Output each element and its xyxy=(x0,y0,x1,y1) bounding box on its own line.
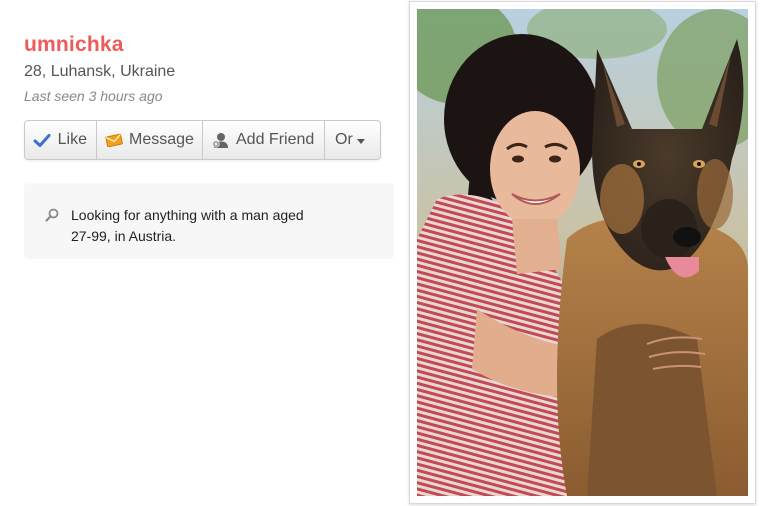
profile-username: umnichka xyxy=(24,33,124,56)
looking-for-box: Looking for anything with a man aged 27-… xyxy=(24,183,394,259)
profile-photo[interactable] xyxy=(417,9,748,496)
message-button[interactable]: Message xyxy=(97,121,203,159)
add-friend-label: Add Friend xyxy=(236,131,315,148)
profile-photo-frame[interactable] xyxy=(409,1,756,504)
envelope-icon xyxy=(105,132,123,148)
search-icon xyxy=(45,208,59,222)
like-label: Like xyxy=(57,131,87,148)
check-icon xyxy=(33,132,52,148)
add-friend-button[interactable]: Add Friend xyxy=(203,121,325,159)
last-seen: Last seen 3 hours ago xyxy=(24,88,163,104)
caret-down-icon xyxy=(356,138,365,144)
or-dropdown-button[interactable]: Or xyxy=(325,121,380,159)
like-button[interactable]: Like xyxy=(25,121,97,159)
profile-details: 28, Luhansk, Ukraine xyxy=(24,63,176,80)
action-button-group: Like Message Add Friend Or xyxy=(24,120,381,160)
person-add-icon xyxy=(211,132,230,148)
looking-for-text: Looking for anything with a man aged 27-… xyxy=(71,207,304,244)
message-label: Message xyxy=(129,131,194,148)
profile-page: umnichka 28, Luhansk, Ukraine Last seen … xyxy=(0,0,760,506)
or-label: Or xyxy=(335,131,353,148)
